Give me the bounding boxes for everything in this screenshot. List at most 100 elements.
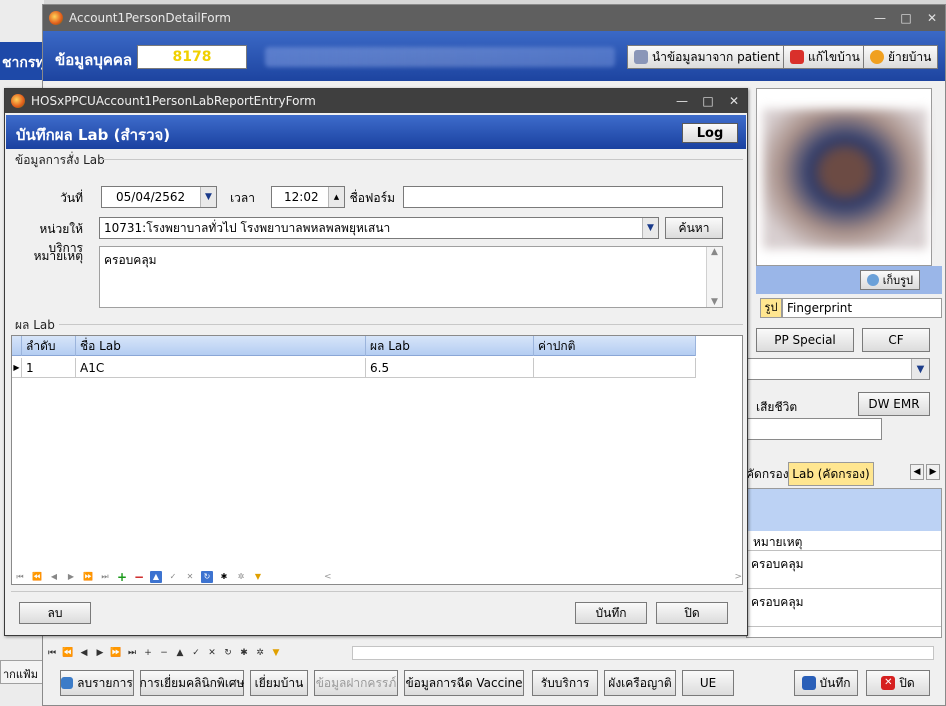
first-record-icon[interactable]: ⏮ [44, 648, 60, 658]
filter-icon[interactable]: ▼ [252, 571, 264, 583]
dw-emr-button[interactable]: DW EMR [858, 392, 930, 416]
save-button[interactable]: บันทึก [575, 602, 647, 624]
chevron-down-icon[interactable]: ▼ [200, 187, 216, 207]
import-patient-button[interactable]: นำข้อมูลมาจาก patient [627, 45, 787, 69]
minimize-icon[interactable]: — [669, 94, 695, 108]
delete-button[interactable]: ลบ [19, 602, 91, 624]
last-record-icon[interactable]: ⏭ [124, 648, 140, 658]
post-icon[interactable]: ✓ [188, 648, 204, 658]
chevron-down-icon[interactable]: ▼ [642, 218, 658, 238]
right-combo[interactable]: ▼ [746, 358, 930, 380]
prev-record-icon[interactable]: ◀ [76, 648, 92, 658]
grid-horizontal-scrollbar[interactable]: < > [318, 572, 742, 584]
photo-tabs: รูป Fingerprint [756, 296, 942, 320]
maximize-icon[interactable]: □ [695, 94, 721, 108]
next-record-icon[interactable]: ▶ [65, 571, 77, 583]
col-lab-name[interactable]: ชื่อ Lab [76, 336, 366, 356]
goto-bookmark-icon[interactable]: ✲ [252, 648, 268, 658]
prev-record-icon[interactable]: ◀ [48, 571, 60, 583]
col-lab-result[interactable]: ผล Lab [366, 336, 534, 356]
cell-lab-result[interactable]: 6.5 [366, 358, 534, 378]
tab-fingerprint[interactable]: Fingerprint [782, 298, 942, 318]
table-row[interactable]: ▶ 1 A1C 6.5 [12, 358, 696, 378]
bookmark-icon[interactable]: ✱ [236, 648, 252, 658]
post-icon[interactable]: ✓ [167, 571, 179, 583]
time-field[interactable]: 12:02 ▲▼ [271, 186, 345, 208]
chevron-down-icon[interactable]: ▼ [911, 359, 929, 379]
next-record-icon[interactable]: ▶ [92, 648, 108, 658]
detail-close-button[interactable]: ✕ ปิด [866, 670, 930, 696]
maximize-icon[interactable]: □ [893, 11, 919, 25]
tab-screening[interactable]: คัดกรอง [746, 464, 789, 484]
cancel-icon[interactable]: ✕ [204, 648, 220, 658]
vaccine-data-button[interactable]: ข้อมูลการฉีด Vaccine [404, 670, 524, 696]
delete-icon[interactable]: − [133, 571, 145, 583]
lab-entry-dialog: HOSxPPCUAccount1PersonLabReportEntryForm… [4, 88, 748, 636]
insert-icon[interactable]: + [116, 571, 128, 583]
service-unit-combo[interactable]: 10731:โรงพยาบาลทั่วไป โรงพยาบาลพหลพลพยุห… [99, 217, 659, 239]
house-icon [790, 50, 804, 64]
hn-field[interactable]: 8178 [137, 45, 247, 69]
time-spinner-icon[interactable]: ▲▼ [328, 187, 344, 207]
edit-house-button[interactable]: แก้ไขบ้าน [783, 45, 867, 69]
anc-data-button[interactable]: ข้อมูลฝากครรภ์ [314, 670, 398, 696]
close-icon[interactable]: ✕ [721, 94, 747, 108]
filter-icon[interactable]: ▼ [268, 648, 284, 658]
bookmark-icon[interactable]: ✱ [218, 571, 230, 583]
special-clinic-visit-button[interactable]: การเยี่ยมคลินิกพิเศษ [140, 670, 244, 696]
edit-icon[interactable]: ▲ [172, 648, 188, 658]
table-row[interactable]: ครอบคลุม [747, 591, 941, 627]
detail-window-titlebar: Account1PersonDetailForm — □ ✕ [43, 5, 945, 31]
tab-photo[interactable]: รูป [760, 298, 782, 318]
right-text-field[interactable] [746, 418, 882, 440]
prev-page-icon[interactable]: ⏪ [60, 648, 76, 658]
log-button[interactable]: Log [682, 123, 738, 143]
scroll-left-icon[interactable]: < [324, 572, 332, 582]
last-record-icon[interactable]: ⏭ [99, 571, 111, 583]
close-button[interactable]: ปิด [656, 602, 728, 624]
result-group-divider [59, 324, 743, 325]
horizontal-scrollbar[interactable] [352, 646, 934, 660]
delete-list-icon [61, 677, 74, 689]
date-label: วันที่ [60, 191, 83, 205]
next-page-icon[interactable]: ⏩ [108, 648, 124, 658]
tab-lab-screening[interactable]: Lab (คัดกรอง) [788, 462, 874, 486]
table-row[interactable]: ครอบคลุม [747, 553, 941, 589]
first-record-icon[interactable]: ⏮ [14, 571, 26, 583]
col-normal-value[interactable]: ค่าปกติ [534, 336, 696, 356]
column-note-header: หมายเหตุ [747, 533, 941, 551]
service-button[interactable]: รับบริการ [532, 670, 598, 696]
minimize-icon[interactable]: — [867, 11, 893, 25]
cell-lab-name[interactable]: A1C [76, 358, 366, 378]
cell-normal-value[interactable] [534, 358, 696, 378]
family-tree-button[interactable]: ผังเครือญาติ [604, 670, 676, 696]
refresh-icon[interactable]: ↻ [220, 648, 236, 658]
goto-bookmark-icon[interactable]: ✲ [235, 571, 247, 583]
home-visit-button[interactable]: เยี่ยมบ้าน [250, 670, 308, 696]
cell-order[interactable]: 1 [22, 358, 76, 378]
form-name-field[interactable] [403, 186, 723, 208]
scroll-right-icon[interactable]: > [734, 572, 742, 582]
refresh-icon[interactable]: ↻ [201, 571, 213, 583]
pp-special-button[interactable]: PP Special [756, 328, 854, 352]
move-house-button[interactable]: ย้ายบ้าน [863, 45, 939, 69]
memo-scrollbar[interactable]: ▲ ▼ [706, 247, 722, 307]
detail-save-button[interactable]: บันทึก [794, 670, 858, 696]
prev-page-icon[interactable]: ⏪ [31, 571, 43, 583]
search-unit-button[interactable]: ค้นหา [665, 217, 723, 239]
ue-button[interactable]: UE [682, 670, 734, 696]
delete-icon[interactable]: − [156, 648, 172, 658]
save-photo-button[interactable]: เก็บรูป [859, 270, 920, 290]
tab-prev-icon[interactable]: ◀ [910, 464, 924, 480]
cf-button[interactable]: CF [862, 328, 930, 352]
date-field[interactable]: 05/04/2562 ▼ [101, 186, 217, 208]
cancel-icon[interactable]: ✕ [184, 571, 196, 583]
next-page-icon[interactable]: ⏩ [82, 571, 94, 583]
close-icon[interactable]: ✕ [919, 11, 945, 25]
col-order[interactable]: ลำดับ [22, 336, 76, 356]
edit-icon[interactable]: ▲ [150, 571, 162, 583]
delete-list-button[interactable]: ลบรายการ [60, 670, 134, 696]
tab-next-icon[interactable]: ▶ [926, 464, 940, 480]
insert-icon[interactable]: + [140, 648, 156, 658]
note-memo[interactable]: ครอบคลุม ▲ ▼ [99, 246, 723, 308]
